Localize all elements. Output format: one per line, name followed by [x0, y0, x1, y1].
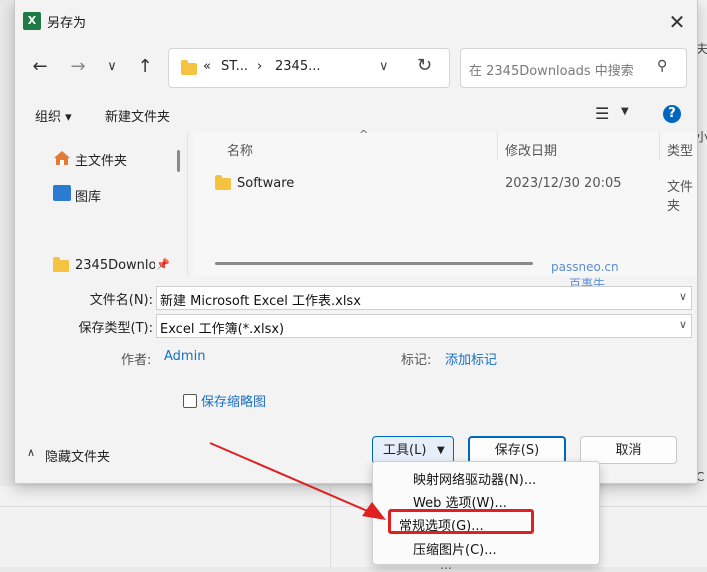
address-bar[interactable]: « ST... › 2345... ∨ ↻ [168, 48, 450, 88]
save-button[interactable]: 保存(S) [468, 436, 566, 464]
filename-field[interactable]: 新建 Microsoft Excel 工作表.xlsx ∨ [156, 286, 692, 310]
background-bottom: … [0, 486, 707, 572]
author-value[interactable]: Admin [164, 349, 205, 364]
arrow-left-icon: ← [32, 56, 48, 77]
organize-button[interactable]: 组织 ▾ [35, 106, 72, 125]
column-header-type[interactable]: 类型 [667, 140, 693, 159]
save-as-dialog: X 另存为 ✕ ← → ∨ ↑ « ST... › 2345... ∨ ↻ 在 … [14, 0, 698, 484]
breadcrumb-overflow[interactable]: « [203, 59, 211, 74]
close-icon: ✕ [668, 10, 686, 34]
add-tags-link[interactable]: 添加标记 [445, 349, 497, 368]
horizontal-scrollbar[interactable] [215, 262, 533, 265]
forward-button[interactable]: → [65, 54, 91, 80]
column-header-name[interactable]: 名称 [227, 140, 253, 159]
chevron-up-icon[interactable]: ∧ [27, 446, 35, 459]
up-button[interactable]: ↑ [132, 54, 158, 80]
arrow-right-icon: → [70, 56, 86, 77]
filetype-value: Excel 工作簿(*.xlsx) [160, 322, 285, 337]
navigation-row: ← → ∨ ↑ « ST... › 2345... ∨ ↻ 在 2345Down… [15, 42, 697, 94]
breadcrumb-item[interactable]: ST... [221, 59, 248, 74]
file-list: ^ 名称 修改日期 类型 Software 2023/12/30 20:05 文… [193, 128, 697, 291]
breadcrumb-separator: › [257, 59, 263, 74]
filetype-select[interactable]: Excel 工作簿(*.xlsx) ∨ [156, 314, 692, 338]
close-button[interactable]: ✕ [665, 10, 689, 34]
save-form: 文件名(N): 新建 Microsoft Excel 工作表.xlsx ∨ 保存… [15, 278, 697, 428]
chevron-down-icon[interactable]: ∨ [679, 290, 687, 303]
folder-icon [53, 257, 69, 272]
folder-icon [215, 175, 231, 190]
file-row-name[interactable]: Software [237, 176, 294, 191]
sidebar-item-gallery[interactable]: 图库 [75, 186, 101, 205]
address-dropdown-icon[interactable]: ∨ [379, 59, 389, 74]
column-header-date[interactable]: 修改日期 [505, 140, 557, 159]
caret-down-icon[interactable]: ▼ [621, 106, 629, 117]
home-icon [54, 151, 70, 165]
file-row-type: 文件夹 [667, 180, 694, 214]
recent-locations-button[interactable]: ∨ [99, 54, 125, 80]
author-label: 作者: [121, 353, 152, 368]
save-thumbnail-label[interactable]: 保存缩略图 [201, 391, 266, 410]
search-input[interactable]: 在 2345Downloads 中搜索 [469, 60, 634, 79]
dialog-title: 另存为 [47, 16, 87, 31]
sidebar-scrollbar[interactable] [177, 150, 180, 172]
sidebar-item-downloads[interactable]: 2345Downlo [75, 258, 155, 273]
command-bar: 组织 ▾ 新建文件夹 ☰ ▼ ? [15, 96, 697, 132]
hide-folders-button[interactable]: 隐藏文件夹 [45, 446, 110, 465]
chevron-down-icon[interactable]: ∨ [679, 318, 687, 331]
pin-icon: 📌 [156, 258, 170, 271]
search-box[interactable]: 在 2345Downloads 中搜索 ⚲ [460, 48, 687, 88]
highlight-box [388, 509, 534, 534]
gallery-icon [53, 185, 71, 201]
filetype-label: 保存类型(T): [78, 321, 153, 336]
sort-caret-icon: ^ [359, 128, 369, 141]
navigation-pane: 主文件夹 图库 2345Downlo 📌 [15, 132, 188, 276]
menu-item-map-drive[interactable]: 映射网络驱动器(N)... [413, 469, 536, 488]
save-thumbnail-checkbox[interactable] [183, 394, 197, 408]
filename-value: 新建 Microsoft Excel 工作表.xlsx [160, 294, 361, 309]
view-options-icon[interactable]: ☰ [595, 104, 609, 123]
refresh-icon[interactable]: ↻ [417, 55, 432, 76]
title-bar[interactable]: X 另存为 ✕ [15, 0, 697, 42]
folder-icon [181, 60, 197, 75]
cancel-button[interactable]: 取消 [580, 436, 677, 464]
new-folder-button[interactable]: 新建文件夹 [105, 106, 170, 125]
excel-icon: X [23, 12, 41, 30]
help-icon[interactable]: ? [663, 105, 681, 123]
watermark-text: passneo.cn [551, 260, 619, 274]
breadcrumb-item[interactable]: 2345... [275, 59, 320, 74]
chevron-down-icon: ∨ [107, 59, 117, 74]
search-icon: ⚲ [657, 58, 668, 74]
filename-label: 文件名(N): [89, 293, 153, 308]
arrow-up-icon: ↑ [137, 56, 153, 77]
sidebar-item-home[interactable]: 主文件夹 [75, 150, 127, 169]
file-row-date: 2023/12/30 20:05 [505, 176, 622, 191]
tags-label: 标记: [401, 353, 432, 368]
tools-button[interactable]: 工具(L) ▼ [372, 436, 454, 464]
back-button[interactable]: ← [27, 54, 53, 80]
menu-item-compress-pictures[interactable]: 压缩图片(C)... [413, 539, 497, 558]
